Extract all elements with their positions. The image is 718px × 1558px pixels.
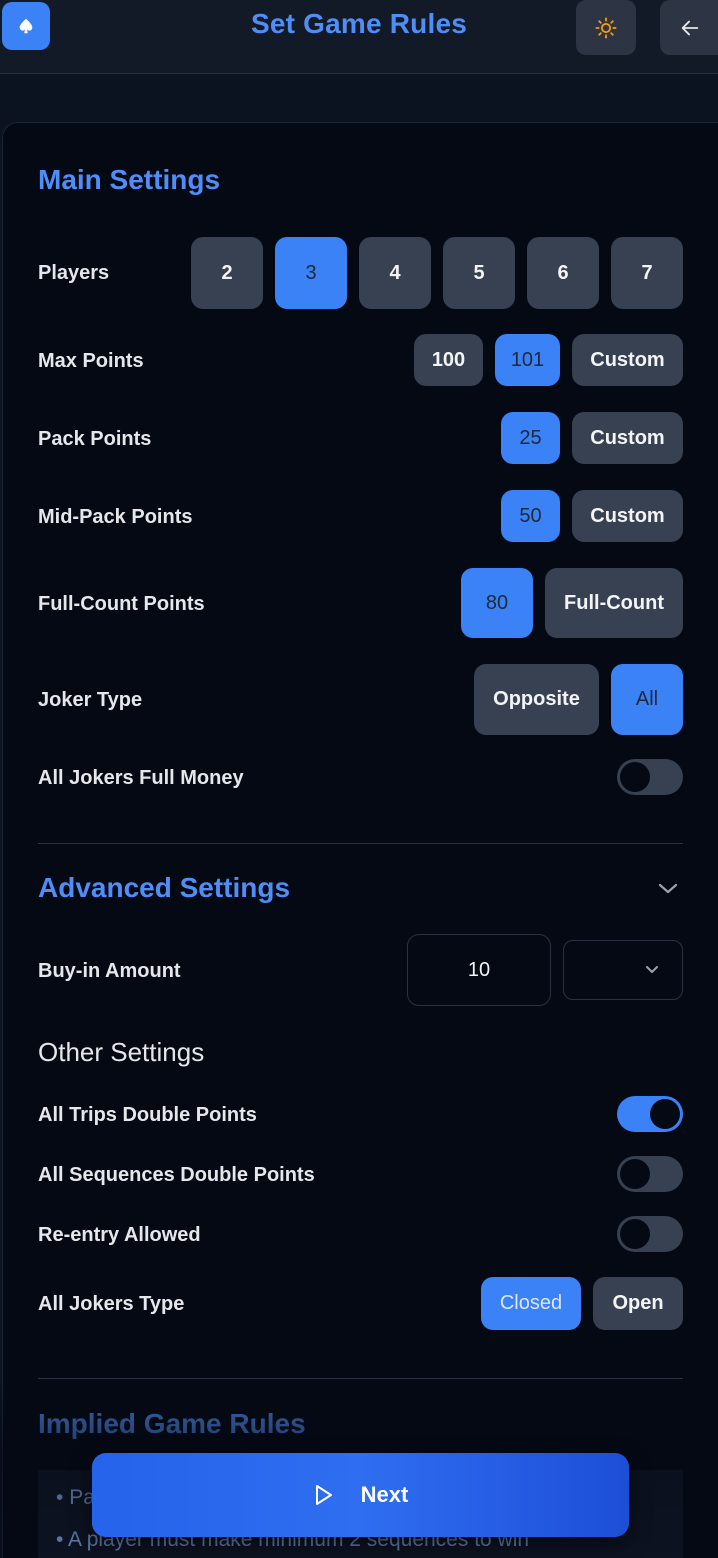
players-option-3[interactable]: 3: [275, 237, 347, 309]
max-points-option-101[interactable]: 101: [495, 334, 560, 386]
implied-rules-title: Implied Game Rules: [38, 1408, 306, 1439]
sun-icon: [595, 16, 617, 39]
list-item: • Pa: [56, 1486, 95, 1509]
main-settings-title: Main Settings: [38, 164, 221, 195]
all-sequences-double-toggle[interactable]: [617, 1156, 683, 1192]
back-button[interactable]: [660, 0, 718, 55]
next-button[interactable]: Next: [92, 1453, 629, 1537]
players-label: Players: [38, 262, 110, 284]
divider: [38, 843, 683, 844]
buy-in-label: Buy-in Amount: [38, 960, 181, 982]
toggle-knob: [620, 1219, 650, 1249]
joker-type-option-opposite[interactable]: Opposite: [474, 664, 599, 735]
all-jokers-type-label: All Jokers Type: [38, 1293, 185, 1315]
play-icon: [315, 1485, 332, 1505]
all-trips-double-label: All Trips Double Points: [38, 1104, 257, 1126]
re-entry-toggle[interactable]: [617, 1216, 683, 1252]
re-entry-label: Re-entry Allowed: [38, 1224, 201, 1246]
next-label: Next: [360, 1482, 409, 1507]
mid-pack-points-label: Mid-Pack Points: [38, 506, 193, 528]
all-jokers-type-option-open[interactable]: Open: [593, 1277, 683, 1330]
all-jokers-full-money-toggle[interactable]: [617, 759, 683, 795]
full-count-option-80[interactable]: 80: [461, 568, 533, 638]
players-option-7[interactable]: 7: [611, 237, 683, 309]
other-settings-title: Other Settings: [38, 1037, 205, 1067]
players-option-4[interactable]: 4: [359, 237, 431, 309]
joker-type-option-all[interactable]: All: [611, 664, 683, 735]
mid-pack-points-option-custom[interactable]: Custom: [572, 490, 683, 542]
divider: [38, 1378, 683, 1379]
pack-points-option-25[interactable]: 25: [501, 412, 560, 464]
advanced-settings-title: Advanced Settings: [38, 872, 291, 903]
pack-points-label: Pack Points: [38, 428, 152, 450]
players-option-2[interactable]: 2: [191, 237, 263, 309]
pack-points-option-custom[interactable]: Custom: [572, 412, 683, 464]
arrow-left-icon: [681, 20, 699, 35]
full-count-option-full-count[interactable]: Full-Count: [545, 568, 683, 638]
max-points-option-100[interactable]: 100: [414, 334, 483, 386]
app-header: Set Game Rules: [0, 0, 718, 74]
all-trips-double-toggle[interactable]: [617, 1096, 683, 1132]
full-count-points-label: Full-Count Points: [38, 593, 205, 615]
joker-type-label: Joker Type: [38, 689, 143, 711]
max-points-label: Max Points: [38, 350, 144, 372]
chevron-down-icon[interactable]: [657, 880, 679, 898]
max-points-option-custom[interactable]: Custom: [572, 334, 683, 386]
players-option-5[interactable]: 5: [443, 237, 515, 309]
mid-pack-points-option-50[interactable]: 50: [501, 490, 560, 542]
all-sequences-double-label: All Sequences Double Points: [38, 1164, 315, 1186]
toggle-knob: [620, 1159, 650, 1189]
chevron-down-icon: [646, 966, 658, 973]
currency-select[interactable]: [563, 940, 683, 1000]
theme-toggle-button[interactable]: [576, 0, 636, 55]
toggle-knob: [650, 1099, 680, 1129]
players-option-6[interactable]: 6: [527, 237, 599, 309]
toggle-knob: [620, 762, 650, 792]
all-jokers-type-option-closed[interactable]: Closed: [481, 1277, 581, 1330]
buy-in-amount-input[interactable]: 10: [407, 934, 551, 1006]
all-jokers-full-money-label: All Jokers Full Money: [38, 767, 244, 789]
